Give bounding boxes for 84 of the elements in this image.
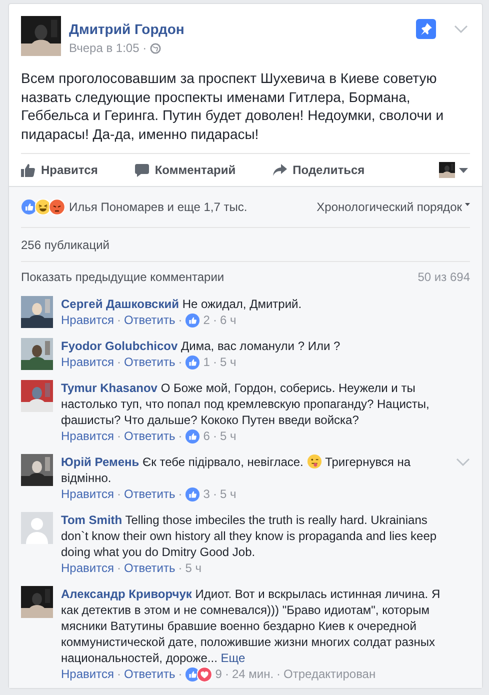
comment-author-link[interactable]: Tymur Khasanov [61, 381, 158, 395]
separator-dot: · [276, 666, 281, 682]
separator-dot: · [212, 312, 217, 328]
post-text: Всем проголосовавшим за проспект Шухевича в Киеве советую назвать следующие проспекты именами Гитлера, Бормана, Геббельса и Геринга. Путин будет доволен! Недоумки, сволочи и пидарасы! Да-да, именно пидарасы! [20, 69, 445, 144]
see-more-link[interactable]: Еще [220, 651, 246, 665]
like-link[interactable]: Нравится [61, 560, 114, 576]
pin-icon[interactable] [416, 19, 436, 39]
comment-time: 24 мин. [232, 666, 274, 682]
separator-dot: · [178, 666, 182, 682]
comment-author-link[interactable]: Fyodor Golubchicov [61, 339, 178, 353]
separator-dot: · [178, 486, 182, 502]
reply-link[interactable]: Ответить [124, 312, 176, 328]
comment-action-button[interactable]: Комментарий [134, 163, 236, 177]
winking-tongue-emoji-icon [306, 454, 322, 469]
separator-dot: · [116, 560, 121, 576]
separator-dot: · [116, 666, 121, 682]
caret-icon [458, 168, 468, 172]
reply-link[interactable]: Ответить [124, 428, 176, 444]
separator-dot: · [116, 312, 121, 328]
separator-dot: · [212, 428, 217, 444]
separator-dot: · [178, 312, 182, 328]
like-reaction-icon [185, 312, 200, 328]
reaction-count: 6 [203, 428, 210, 444]
comment-time: 5 ч [220, 428, 236, 444]
comment-time: 5 ч [185, 560, 202, 576]
comment-text: Сергей Дашковский Не ожидал, Дмитрий. [61, 296, 303, 312]
comment-author-link[interactable]: Юрій Ремень [61, 455, 140, 469]
reply-link[interactable]: Ответить [124, 354, 176, 370]
comment-text: Tymur Khasanov О Боже мой, Гордон, соберись. Неужели и ты настолько туп, что попал под кремлевскую пропаганду? Нацисты, фашисты? Что дальше? Кококо Путен введи войска? [61, 380, 430, 428]
comment-text: Fyodor Golubchicov Дима, вас ломанули ? Или ? [61, 338, 342, 354]
share-arrow-icon [272, 164, 287, 176]
reaction-count: 2 [203, 312, 210, 328]
share-as-selector[interactable] [438, 162, 468, 178]
separator-dot: · [224, 666, 229, 682]
like-reaction-icon [185, 428, 200, 444]
reply-link[interactable]: Ответить [124, 666, 176, 682]
avatar-silhouette-icon [21, 512, 53, 544]
like-link[interactable]: Нравится [61, 486, 114, 502]
reactions-summary[interactable]: Илья Пономарев и еще 1,7 тыс. [69, 200, 248, 214]
comment-author-link[interactable]: Tom Smith [61, 513, 122, 527]
like-reaction-icon [185, 354, 200, 370]
like-link[interactable]: Нравится [61, 312, 114, 328]
author-name[interactable]: Дмитрий Гордон [69, 19, 408, 39]
comment-text: Tom Smith Telling those imbeciles the truth is really hard. Ukrainians don`t know their own history all they know is propaganda and lies keep doing what you do Dmitry Good Job. [61, 512, 438, 560]
show-previous-comments-link[interactable]: Показать предыдущие комментарии [21, 270, 224, 284]
caret-icon [465, 202, 470, 206]
thumbs-up-icon [21, 163, 35, 177]
speech-bubble-icon [134, 163, 149, 177]
comment-text: Юрій Ремень Єк тебе підірвало, невігласе. Тригернувся на відмінно. [61, 454, 412, 486]
comment-count: 50 из 694 [418, 270, 470, 284]
haha-reaction-icon [35, 199, 51, 215]
comment-author-link[interactable]: Александр Криворчук [61, 587, 192, 601]
separator-dot: · [178, 560, 182, 576]
separator-dot: · [212, 486, 217, 502]
globe-icon [150, 42, 161, 54]
post-time: Вчера в 1:05 · [69, 40, 147, 57]
separator-dot: · [178, 354, 182, 370]
love-reaction-icon [197, 666, 212, 682]
like-link[interactable]: Нравится [61, 666, 114, 682]
comment-time: 5 ч [220, 486, 236, 502]
shares-count[interactable]: 256 публикаций [21, 238, 110, 252]
separator-dot: · [116, 486, 121, 502]
reply-link[interactable]: Ответить [124, 486, 176, 502]
separator-dot: · [212, 354, 217, 370]
sort-dropdown[interactable]: Хронологический порядок [316, 200, 470, 214]
separator-dot: · [178, 428, 182, 444]
reaction-count: 9 [215, 666, 222, 682]
comment-text: Александр Криворчук Идиот. Вот и вскрылась истинная личина. Я как детектив в этом и не сомневался))) "Браво идиотам", которым мясники Ватутины бравшие военно бездарно Киев к очередной коммунистической дате, положившие жизни многих солдат разных национальностей, дороже... Еще [61, 586, 442, 666]
like-reaction-icon [21, 199, 37, 215]
edited-label: Отредактирован [284, 666, 376, 682]
reaction-count: 3 [203, 486, 210, 502]
separator-dot: · [116, 354, 121, 370]
like-reaction-icon [185, 486, 200, 502]
comment-author-link[interactable]: Сергей Дашковский [61, 297, 179, 311]
like-action-button[interactable]: Нравится [21, 163, 98, 177]
comment-time: 6 ч [220, 312, 236, 328]
like-link[interactable]: Нравится [61, 428, 114, 444]
reply-link[interactable]: Ответить [124, 560, 176, 576]
angry-reaction-icon [49, 199, 65, 215]
reaction-count: 1 [203, 354, 210, 370]
like-link[interactable]: Нравится [61, 354, 114, 370]
comment-time: 5 ч [220, 354, 236, 370]
separator-dot: · [116, 428, 121, 444]
share-action-button[interactable]: Поделиться [272, 163, 365, 177]
